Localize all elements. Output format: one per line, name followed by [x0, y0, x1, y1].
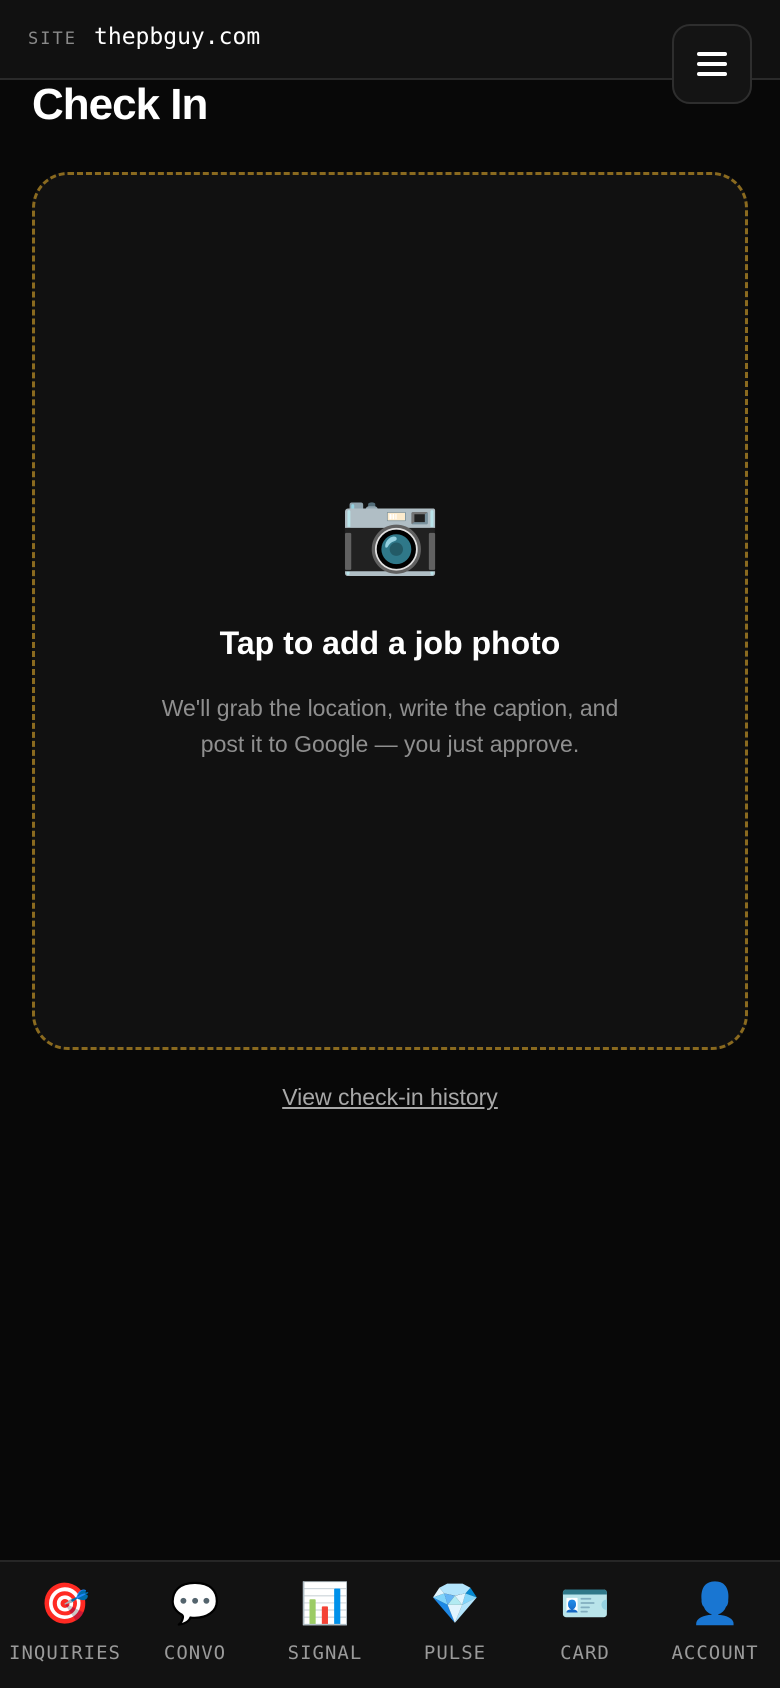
add-photo-dropzone[interactable]: 📷 Tap to add a job photo We'll grab the …: [32, 172, 748, 1050]
bar-chart-icon: 📊: [300, 1582, 350, 1626]
bottom-nav: 🎯 INQUIRIES 💬 CONVO 📊 SIGNAL 💎 PULSE 🪪 C…: [0, 1560, 780, 1688]
nav-item-card[interactable]: 🪪 CARD: [520, 1562, 650, 1688]
target-icon: 🎯: [40, 1582, 90, 1626]
user-silhouette-icon: 👤: [690, 1582, 740, 1626]
nav-item-label: CARD: [560, 1642, 610, 1664]
camera-icon: 📷: [338, 486, 442, 577]
menu-button[interactable]: [672, 24, 752, 104]
nav-item-pulse[interactable]: 💎 PULSE: [390, 1562, 520, 1688]
nav-item-label: SIGNAL: [287, 1642, 363, 1664]
dropzone-title: Tap to add a job photo: [219, 625, 561, 661]
nav-item-signal[interactable]: 📊 SIGNAL: [260, 1562, 390, 1688]
dropzone-description: We'll grab the location, write the capti…: [161, 695, 619, 757]
top-header: SITE thepbguy.com: [0, 0, 780, 80]
site-tag-label: SITE: [28, 29, 77, 49]
view-history-link[interactable]: View check-in history: [0, 1084, 780, 1111]
id-card-icon: 🪪: [560, 1582, 610, 1626]
nav-item-label: INQUIRIES: [9, 1642, 121, 1664]
hamburger-menu-icon-bar: [697, 62, 727, 66]
speech-bubble-icon: 💬: [170, 1582, 220, 1626]
nav-item-label: PULSE: [423, 1642, 487, 1664]
nav-item-account[interactable]: 👤 ACCOUNT: [650, 1562, 780, 1688]
hamburger-menu-icon: [697, 52, 727, 56]
hamburger-menu-icon-bar: [697, 72, 727, 76]
gem-icon: 💎: [430, 1582, 480, 1626]
nav-item-convo[interactable]: 💬 CONVO: [130, 1562, 260, 1688]
site-domain[interactable]: thepbguy.com: [94, 24, 260, 50]
nav-item-label: CONVO: [163, 1642, 227, 1664]
page-title: Check In: [32, 80, 208, 129]
nav-item-inquiries[interactable]: 🎯 INQUIRIES: [0, 1562, 130, 1688]
nav-item-label: ACCOUNT: [671, 1642, 759, 1664]
